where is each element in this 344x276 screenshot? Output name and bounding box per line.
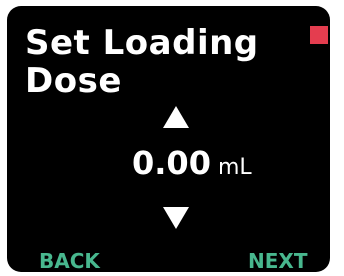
- screen-title: Set Loading Dose: [25, 24, 259, 100]
- back-button[interactable]: BACK: [39, 249, 100, 272]
- dose-value: 0.00: [132, 144, 211, 182]
- title-line-1: Set Loading: [25, 23, 259, 63]
- pump-screen: Set Loading Dose 0.00 mL BACK NEXT: [7, 6, 330, 272]
- dose-unit: mL: [217, 155, 252, 180]
- dose-value-display: 0.00 mL: [132, 143, 252, 183]
- title-line-2: Dose: [25, 61, 122, 101]
- next-button[interactable]: NEXT: [248, 249, 307, 272]
- down-triangle-icon[interactable]: [163, 207, 189, 229]
- up-triangle-icon[interactable]: [163, 106, 189, 128]
- status-square-icon: [310, 26, 328, 44]
